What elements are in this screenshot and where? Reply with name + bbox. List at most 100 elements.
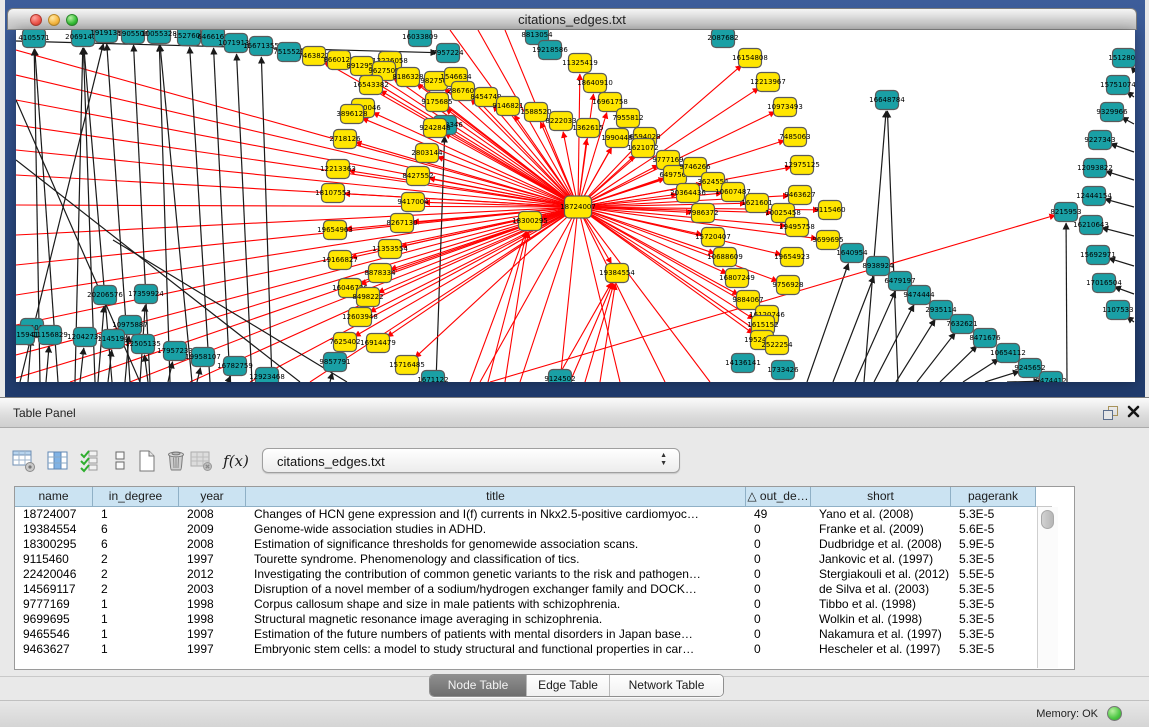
close-panel-icon[interactable] <box>1127 405 1140 418</box>
graph-node[interactable]: 15720407 <box>695 228 731 247</box>
graph-node[interactable]: 1671122 <box>417 371 448 383</box>
graph-node[interactable]: 9124502 <box>544 370 575 383</box>
graph-node[interactable]: 16782759 <box>217 357 253 376</box>
citation-network-graph[interactable]: 4105571206914061919138190550610055328152… <box>16 30 1135 382</box>
scrollbar-thumb[interactable] <box>1041 510 1054 529</box>
memory-ok-indicator[interactable] <box>1107 706 1122 721</box>
graph-node[interactable]: 11325419 <box>562 54 598 73</box>
graph-node[interactable]: 8427552 <box>402 167 433 186</box>
graph-node[interactable]: 9175685 <box>421 93 452 112</box>
graph-node[interactable]: 12213363 <box>320 160 356 179</box>
graph-node[interactable]: 18724007 <box>560 196 596 218</box>
tab-network-table[interactable]: Network Table <box>610 675 723 696</box>
column-header-year[interactable]: year <box>179 487 246 507</box>
table-row[interactable]: 911546021997Tourette syndrome. Phenomeno… <box>15 552 1036 567</box>
graph-node[interactable]: 7485063 <box>779 128 810 147</box>
graph-node[interactable]: 4105571 <box>18 30 49 48</box>
table-row[interactable]: 1872400712008Changes of HCN gene express… <box>15 507 1036 522</box>
network-view-canvas[interactable]: 4105571206914061919138190550610055328152… <box>16 30 1135 382</box>
table-row[interactable]: 2242004622012Investigating the contribut… <box>15 567 1036 582</box>
table-row[interactable]: 1830029562008Estimation of significance … <box>15 537 1036 552</box>
graph-node[interactable]: 8215953 <box>1050 203 1081 222</box>
graph-node[interactable]: 8498222 <box>352 288 383 307</box>
graph-node[interactable]: 17016504 <box>1086 274 1122 293</box>
column-header-in_degree[interactable]: in_degree <box>93 487 179 507</box>
graph-node[interactable]: 19384554 <box>599 264 635 283</box>
new-document-icon[interactable] <box>133 448 161 474</box>
graph-node[interactable]: 10973493 <box>767 98 803 117</box>
delete-entries-trash-icon[interactable] <box>162 448 190 474</box>
graph-node[interactable]: 8267130 <box>386 214 417 233</box>
graph-node[interactable]: 9857791 <box>319 353 350 372</box>
graph-node[interactable]: 16154808 <box>732 49 768 68</box>
table-chooser-dropdown[interactable]: citations_edges.txt ▲▼ <box>262 448 680 473</box>
graph-node[interactable]: 8878334 <box>364 264 396 283</box>
graph-node[interactable]: 16033809 <box>402 30 438 47</box>
function-builder-icon[interactable]: f(x) <box>222 448 250 474</box>
graph-node[interactable]: 19654923 <box>774 248 810 267</box>
column-header-short[interactable]: short <box>811 487 951 507</box>
row-height-icon[interactable] <box>106 448 134 474</box>
column-header-out_de[interactable]: △ out_de… <box>746 487 811 507</box>
graph-node[interactable]: 9227343 <box>1084 131 1115 150</box>
graph-node[interactable]: 12505135 <box>125 335 161 354</box>
select-rows-icon[interactable] <box>76 448 104 474</box>
graph-node[interactable]: 2087682 <box>707 30 738 48</box>
column-header-title[interactable]: title <box>246 487 746 507</box>
graph-node[interactable]: 15716485 <box>389 356 425 375</box>
graph-node[interactable]: 9329966 <box>1096 103 1128 122</box>
graph-node[interactable]: 9115460 <box>814 201 845 220</box>
graph-node[interactable]: 8186328 <box>392 68 423 87</box>
table-row[interactable]: 977716911998Corpus callosum shape and si… <box>15 597 1036 612</box>
tab-edge-table[interactable]: Edge Table <box>527 675 610 696</box>
graph-node[interactable]: 1512807 <box>1108 49 1135 68</box>
graph-node[interactable]: 19654963 <box>317 221 353 240</box>
graph-node[interactable]: 1640954 <box>836 244 868 263</box>
graph-node[interactable]: 1362615 <box>572 119 603 138</box>
graph-node[interactable]: 18640910 <box>577 74 613 93</box>
graph-node[interactable]: 10688609 <box>707 248 743 267</box>
graph-node[interactable]: 15751074 <box>1100 76 1135 95</box>
destroy-table-icon[interactable] <box>188 448 216 474</box>
graph-node[interactable]: 12975125 <box>784 156 820 175</box>
graph-node[interactable]: 16914479 <box>360 334 396 353</box>
network-window-titlebar[interactable]: citations_edges.txt <box>7 8 1137 30</box>
table-row[interactable]: 969969511998Structural magnetic resonanc… <box>15 612 1036 627</box>
graph-node[interactable]: 9756928 <box>772 276 803 295</box>
graph-node[interactable]: 7625402 <box>329 333 360 352</box>
graph-node[interactable]: 7986372 <box>687 204 718 223</box>
table-row[interactable]: 946362711997Embryonic stem cells: a mode… <box>15 642 1036 657</box>
graph-node[interactable]: 9463627 <box>784 186 815 205</box>
graph-node[interactable]: 2803144 <box>411 144 443 163</box>
graph-node[interactable]: 8471676 <box>969 329 1001 348</box>
graph-node[interactable]: 3896128 <box>336 105 367 124</box>
graph-node[interactable]: 1621072 <box>627 139 658 158</box>
graph-node[interactable]: 9242848 <box>419 119 450 138</box>
graph-node[interactable]: 1107533 <box>1102 301 1133 320</box>
graph-node[interactable]: 11353554 <box>372 240 408 259</box>
column-header-name[interactable]: name <box>15 487 93 507</box>
graph-node[interactable]: 12923468 <box>249 368 285 383</box>
graph-node[interactable]: 12093822 <box>1077 159 1113 178</box>
graph-node[interactable]: 9699695 <box>812 231 843 250</box>
table-scrollbar[interactable] <box>1037 507 1058 668</box>
graph-node[interactable]: 2522254 <box>761 336 793 355</box>
show-columns-icon[interactable] <box>44 448 72 474</box>
table-row[interactable]: 1456911722003Disruption of a novel membe… <box>15 582 1036 597</box>
graph-node[interactable]: 1733426 <box>767 361 799 380</box>
graph-node[interactable]: 10055328 <box>141 30 177 44</box>
table-row[interactable]: 1938455462009Genome-wide association stu… <box>15 522 1036 537</box>
column-header-pagerank[interactable]: pagerank <box>951 487 1036 507</box>
graph-node[interactable]: 9417004 <box>397 193 429 212</box>
graph-node[interactable]: 12444154 <box>1076 187 1112 206</box>
float-panel-icon[interactable] <box>1103 406 1118 420</box>
create-table-icon[interactable] <box>10 448 38 474</box>
graph-node[interactable]: 16210643 <box>1073 216 1109 235</box>
graph-node[interactable]: 7957224 <box>432 44 464 63</box>
table-row[interactable]: 946554611997Estimation of the future num… <box>15 627 1036 642</box>
graph-node[interactable]: 16807249 <box>719 269 755 288</box>
graph-node[interactable]: 9474412 <box>1035 372 1066 383</box>
tab-node-table[interactable]: Node Table <box>430 675 527 696</box>
graph-node[interactable]: 7955812 <box>612 109 643 128</box>
graph-node[interactable]: 12213967 <box>750 73 786 92</box>
